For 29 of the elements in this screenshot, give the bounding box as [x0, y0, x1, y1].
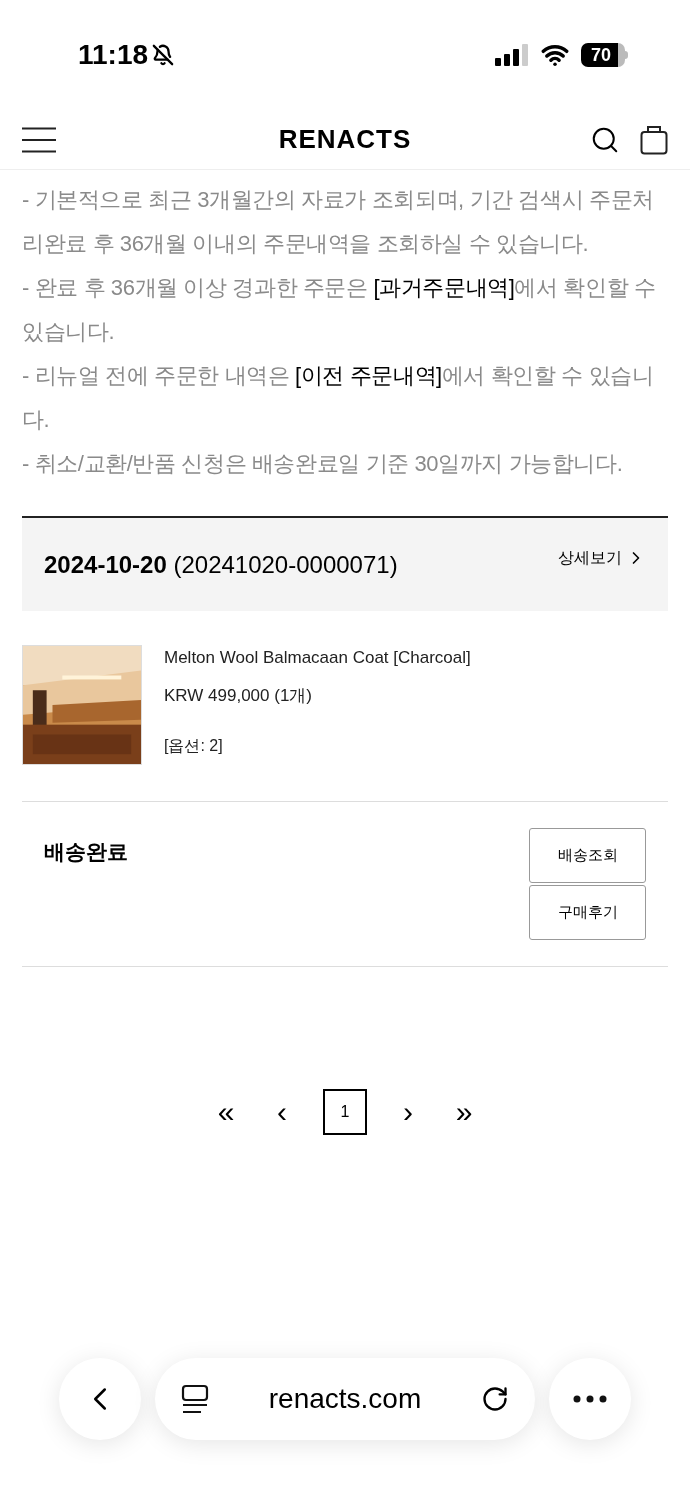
order-action-button[interactable]: 배송조회 [529, 828, 646, 883]
product-price: KRW 499,000 (1개) [164, 684, 314, 707]
url-text: renacts.com [268, 1382, 422, 1416]
notice-text: - 취소/교환/반품 신청은 배송완료일 기준 30일까지 가능합니다. [22, 450, 624, 478]
clock-time: 11:18 [78, 38, 149, 72]
notice-text: - 기본적으로 최근 3개월간의 자료가 조회되며, 기간 검색시 주문처리완료 후 36개월 이내의 주문내역을 조회하실 수 있습니다. [22, 186, 655, 258]
next-page-button[interactable]: › [393, 1097, 423, 1127]
signal-icon [495, 44, 529, 66]
product-option: [옵션: 2] [164, 734, 471, 758]
reload-icon[interactable] [481, 1385, 509, 1413]
shopping-bag-icon[interactable] [640, 124, 668, 155]
address-bar[interactable]: renacts.com [155, 1358, 535, 1440]
page-menu-icon[interactable] [181, 1384, 209, 1414]
detail-link[interactable]: 상세보기 [558, 545, 646, 570]
bell-off-icon [152, 44, 175, 66]
delivery-status: 배송완료 [44, 839, 128, 865]
product-name[interactable]: Melton Wool Balmacaan Coat [Charcoal] [164, 645, 471, 671]
notice-text: - 완료 후 36개월 이상 경과한 주문은 [과거주문내역]에서 확인할 수 있습니다. [22, 274, 657, 346]
order-action-button[interactable]: 구매후기 [529, 885, 646, 940]
battery-level: 70 [591, 46, 611, 64]
last-page-button[interactable]: » [449, 1097, 479, 1127]
menu-icon[interactable] [22, 126, 56, 153]
more-icon [573, 1395, 607, 1403]
notice-text: - 리뉴얼 전에 주문한 내역은 [이전 주문내역]에서 확인할 수 있습니다. [22, 362, 655, 434]
previous-page-button[interactable]: ‹ [267, 1097, 297, 1127]
page-button[interactable]: 1 [323, 1089, 367, 1135]
order-title: 2024-10-20 (20241020-0000071) [44, 549, 398, 580]
site-logo[interactable]: RENACTS [278, 120, 412, 159]
first-page-button[interactable]: « [211, 1097, 241, 1127]
